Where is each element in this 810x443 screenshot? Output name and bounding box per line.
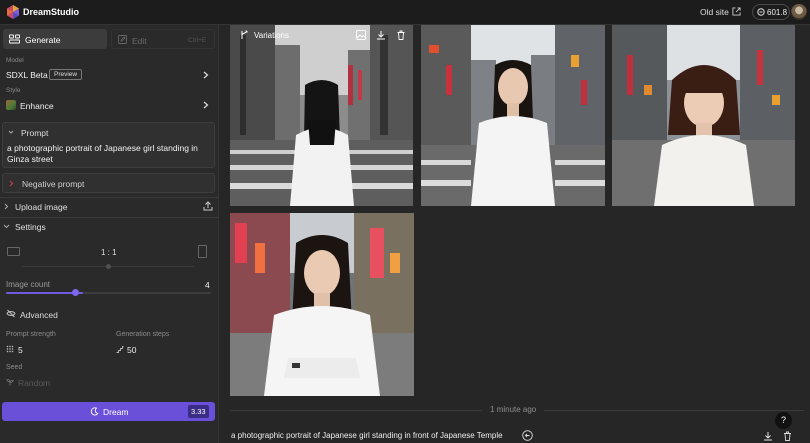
edit-icon (118, 35, 127, 44)
image-count-slider-thumb[interactable] (72, 289, 79, 296)
divider (0, 217, 219, 218)
prompt-strength-label: Prompt strength (6, 331, 56, 338)
generated-image-2[interactable] (421, 25, 605, 206)
seed-label: Seed (6, 364, 23, 371)
steps-icon (116, 346, 124, 353)
divider (230, 410, 482, 411)
brand-name: DreamStudio (23, 7, 80, 17)
tab-edit-label: Edit (132, 36, 147, 46)
generated-image-1[interactable] (230, 25, 413, 206)
divider (0, 197, 219, 198)
prompt-panel[interactable]: Prompt a photographic portrait of Japane… (2, 122, 215, 168)
top-bar: DreamStudio Old site 601.8 (0, 0, 810, 25)
aspect-ratio-value: 1 : 1 (101, 248, 117, 257)
landscape-ratio-icon[interactable] (7, 247, 20, 256)
prompt-header: Prompt (21, 128, 49, 138)
upload-image-label[interactable]: Upload image (15, 202, 67, 212)
style-value[interactable]: Enhance (20, 101, 54, 111)
seed-icon (6, 378, 14, 386)
dream-button[interactable]: Dream 3.33 (2, 402, 215, 421)
advanced-toggle[interactable]: Advanced (20, 310, 58, 320)
chevron-right-icon[interactable] (4, 203, 9, 210)
chevron-right-icon[interactable] (203, 71, 209, 79)
street-photo-bob-portrait (612, 25, 795, 206)
eye-off-icon[interactable] (6, 309, 16, 318)
credits-value: 601.8 (767, 8, 788, 17)
image-count-value: 4 (205, 280, 210, 290)
variations-button[interactable]: Variations (254, 31, 289, 40)
chevron-down-icon[interactable] (8, 129, 14, 135)
old-site-link[interactable]: Old site (700, 7, 729, 17)
chevron-right-icon[interactable] (203, 101, 209, 109)
style-thumbnail (6, 100, 16, 110)
chevron-right-icon (9, 180, 14, 187)
image-count-slider[interactable] (6, 292, 211, 294)
tab-generate[interactable]: Generate (3, 29, 107, 49)
portrait-ratio-icon[interactable] (198, 245, 207, 258)
divider (544, 410, 804, 411)
dream-cost-badge: 3.33 (188, 405, 209, 418)
preview-badge: Preview (49, 69, 83, 80)
sidebar: Generate Edit Ctrl+E Model SDXL Beta Pre… (0, 25, 219, 443)
seed-input[interactable]: Random (18, 378, 50, 388)
credits-badge[interactable]: 601.8 (752, 4, 790, 20)
variations-icon[interactable] (240, 30, 249, 40)
street-photo-back-view (230, 25, 413, 206)
previous-prompt-caption: a photographic portrait of Japanese girl… (231, 431, 503, 440)
upload-icon[interactable] (203, 201, 213, 211)
external-link-icon[interactable] (732, 7, 741, 16)
dream-button-label: Dream (103, 407, 129, 417)
tab-edit[interactable]: Edit Ctrl+E (111, 29, 215, 49)
street-photo-front-portrait (421, 25, 605, 206)
model-label: Model (6, 57, 24, 64)
moon-icon (90, 407, 99, 416)
dreamstudio-logo-icon[interactable] (6, 5, 20, 19)
model-value[interactable]: SDXL Beta (6, 70, 48, 80)
prompt-input[interactable]: a photographic portrait of Japanese girl… (7, 143, 212, 165)
chevron-down-icon[interactable] (3, 224, 10, 229)
aspect-ratio-slider-thumb[interactable] (106, 264, 111, 269)
generated-image-4[interactable] (230, 213, 414, 396)
image-count-label: Image count (6, 280, 51, 289)
generated-image-3[interactable] (612, 25, 795, 206)
settings-label[interactable]: Settings (15, 222, 46, 232)
street-photo-arms-crossed (230, 213, 414, 396)
prompt-strength-value[interactable]: 5 (18, 345, 23, 355)
timestamp-label: 1 minute ago (490, 405, 537, 414)
help-button[interactable]: ? (775, 412, 792, 429)
grid-dots-icon (6, 345, 14, 353)
negative-prompt-label: Negative prompt (22, 179, 85, 189)
edit-shortcut: Ctrl+E (188, 37, 207, 44)
trash-icon[interactable] (396, 30, 406, 40)
download-icon[interactable] (763, 431, 773, 441)
generate-icon (9, 34, 20, 44)
reuse-prompt-icon[interactable] (522, 430, 533, 441)
generation-steps-label: Generation steps (116, 331, 170, 338)
generation-steps-value[interactable]: 50 (127, 345, 136, 355)
tab-generate-label: Generate (25, 35, 61, 45)
trash-icon[interactable] (783, 431, 792, 441)
credits-icon (757, 8, 765, 16)
image-edit-icon[interactable] (356, 30, 366, 40)
negative-prompt-panel[interactable]: Negative prompt (2, 173, 215, 193)
style-label: Style (6, 87, 21, 94)
avatar[interactable] (791, 4, 807, 20)
download-icon[interactable] (376, 30, 386, 40)
